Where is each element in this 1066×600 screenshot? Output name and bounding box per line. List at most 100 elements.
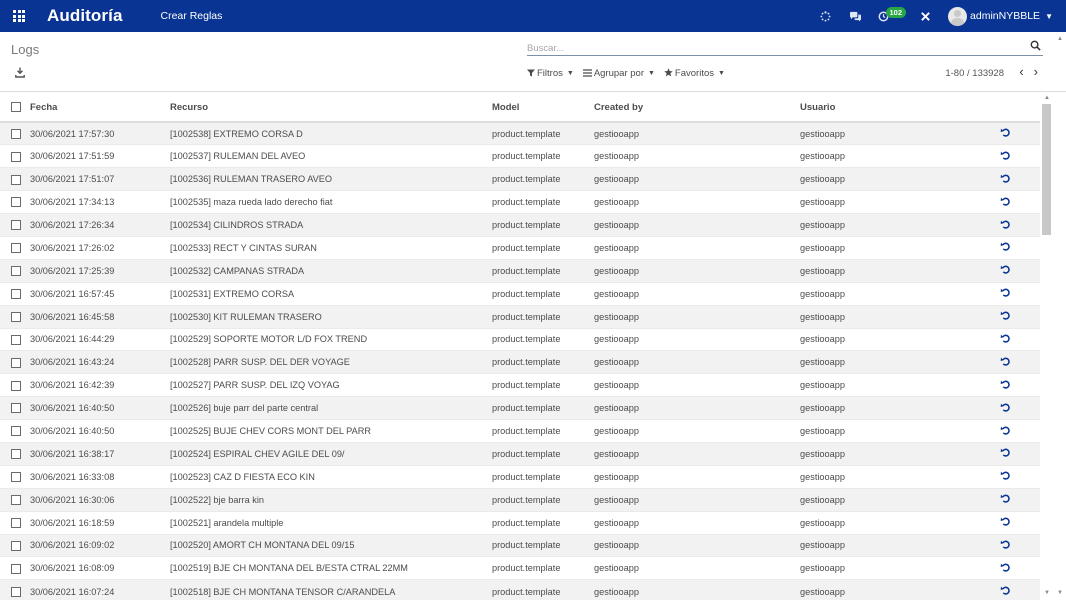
- row-checkbox[interactable]: [11, 494, 21, 505]
- revert-icon[interactable]: [1000, 516, 1011, 527]
- row-checkbox[interactable]: [11, 563, 21, 574]
- cell-recurso: [1002536] RULEMAN TRASERO AVEO: [170, 167, 492, 191]
- table-row[interactable]: 30/06/2021 16:42:39 [1002527] PARR SUSP. …: [0, 373, 1040, 397]
- row-checkbox[interactable]: [11, 426, 21, 437]
- row-select-cell: [0, 487, 30, 512]
- group-by-button[interactable]: Agrupar por ▼: [582, 68, 655, 79]
- revert-icon[interactable]: [1000, 219, 1011, 230]
- table-row[interactable]: 30/06/2021 16:18:59 [1002521] arandela mu…: [0, 510, 1040, 535]
- chat-icon[interactable]: [849, 11, 862, 22]
- scroll-down-icon[interactable]: ▼: [1044, 590, 1050, 596]
- row-checkbox[interactable]: [11, 151, 21, 162]
- cell-created-by: gestiooapp: [594, 167, 800, 191]
- pager-value[interactable]: 1-80 / 133928: [945, 68, 1004, 79]
- revert-icon[interactable]: [1000, 402, 1011, 413]
- revert-icon[interactable]: [1000, 447, 1011, 458]
- row-checkbox[interactable]: [11, 449, 21, 460]
- revert-icon[interactable]: [1000, 539, 1011, 550]
- column-header-usuario[interactable]: Usuario: [800, 93, 1000, 123]
- activity-spinner-icon[interactable]: [819, 10, 831, 22]
- row-checkbox[interactable]: [11, 334, 21, 345]
- table-row[interactable]: 30/06/2021 17:51:59 [1002537] RULEMAN DEL…: [0, 144, 1040, 168]
- page-scroll-up-icon[interactable]: ▲: [1057, 36, 1063, 42]
- user-menu-name[interactable]: adminNYBBLE: [970, 10, 1040, 22]
- row-checkbox[interactable]: [11, 403, 21, 414]
- table-row[interactable]: 30/06/2021 17:34:13 [1002535] maza rueda …: [0, 190, 1040, 214]
- table-row[interactable]: 30/06/2021 16:38:17 [1002524] ESPIRAL CHE…: [0, 441, 1040, 466]
- chevron-left-icon[interactable]: ‹: [1019, 65, 1023, 78]
- table-row[interactable]: 30/06/2021 17:25:39 [1002532] CAMPANAS ST…: [0, 258, 1040, 283]
- filters-button[interactable]: Filtros ▼: [527, 68, 574, 79]
- row-checkbox[interactable]: [11, 586, 21, 597]
- scrollbar-thumb[interactable]: [1042, 104, 1051, 235]
- row-checkbox[interactable]: [11, 517, 21, 528]
- select-all-checkbox[interactable]: [11, 101, 21, 112]
- favorites-button[interactable]: Favoritos ▼: [664, 68, 725, 79]
- row-checkbox[interactable]: [11, 128, 21, 139]
- debug-tools-icon[interactable]: [920, 11, 931, 22]
- search-icon[interactable]: [1030, 40, 1041, 51]
- revert-icon[interactable]: [1000, 173, 1011, 184]
- table-row[interactable]: 30/06/2021 16:44:29 [1002529] SOPORTE MOT…: [0, 327, 1040, 351]
- page-scroll-down-icon[interactable]: ▼: [1057, 590, 1063, 596]
- app-title[interactable]: Auditoría: [47, 6, 123, 26]
- revert-icon[interactable]: [1000, 127, 1011, 138]
- table-row[interactable]: 30/06/2021 17:51:07 [1002536] RULEMAN TRA…: [0, 167, 1040, 191]
- row-checkbox[interactable]: [11, 540, 21, 551]
- row-checkbox[interactable]: [11, 380, 21, 391]
- table-row[interactable]: 30/06/2021 16:08:09 [1002519] BJE CH MONT…: [0, 556, 1040, 580]
- table-row[interactable]: 30/06/2021 16:09:02 [1002520] AMORT CH MO…: [0, 533, 1040, 557]
- revert-icon[interactable]: [1000, 493, 1011, 504]
- table-row[interactable]: 30/06/2021 17:57:30 [1002538] EXTREMO COR…: [0, 121, 1040, 145]
- revert-icon[interactable]: [1000, 356, 1011, 367]
- column-header-recurso[interactable]: Recurso: [170, 93, 492, 123]
- table-row[interactable]: 30/06/2021 16:40:50 [1002525] BUJE CHEV C…: [0, 419, 1040, 443]
- table-row[interactable]: 30/06/2021 17:26:02 [1002533] RECT Y CINT…: [0, 235, 1040, 260]
- cell-usuario: gestiooapp: [800, 464, 1000, 489]
- table-row[interactable]: 30/06/2021 16:45:58 [1002530] KIT RULEMAN…: [0, 304, 1040, 329]
- revert-icon[interactable]: [1000, 241, 1011, 252]
- menu-item-crear-reglas[interactable]: Crear Reglas: [161, 10, 223, 22]
- column-header-created-by[interactable]: Created by: [594, 93, 800, 123]
- column-header-model[interactable]: Model: [492, 93, 594, 123]
- table-row[interactable]: 30/06/2021 16:40:50 [1002526] buje parr d…: [0, 396, 1040, 420]
- scroll-up-icon[interactable]: ▲: [1044, 95, 1050, 101]
- table-row[interactable]: 30/06/2021 16:30:06 [1002522] bje barra k…: [0, 487, 1040, 512]
- revert-icon[interactable]: [1000, 196, 1011, 207]
- revert-icon[interactable]: [1000, 425, 1011, 436]
- table-row[interactable]: 30/06/2021 17:26:34 [1002534] CILINDROS S…: [0, 213, 1040, 237]
- table-header-row: Fecha Recurso Model Created by Usuario: [0, 93, 1040, 123]
- download-icon[interactable]: [15, 67, 25, 78]
- table-row[interactable]: 30/06/2021 16:57:45 [1002531] EXTREMO COR…: [0, 281, 1040, 306]
- revert-icon[interactable]: [1000, 470, 1011, 481]
- revert-icon[interactable]: [1000, 562, 1011, 573]
- user-avatar[interactable]: [948, 6, 968, 26]
- revert-icon[interactable]: [1000, 150, 1011, 161]
- chevron-down-icon[interactable]: ▼: [1045, 12, 1053, 21]
- revert-icon[interactable]: [1000, 287, 1011, 298]
- row-select-cell: [0, 510, 30, 535]
- column-header-fecha[interactable]: Fecha: [30, 93, 170, 123]
- table-row[interactable]: 30/06/2021 16:43:24 [1002528] PARR SUSP. …: [0, 350, 1040, 374]
- row-checkbox[interactable]: [11, 220, 21, 231]
- revert-icon[interactable]: [1000, 264, 1011, 275]
- row-checkbox[interactable]: [11, 311, 21, 322]
- cell-actions: [1000, 579, 1040, 600]
- row-checkbox[interactable]: [11, 243, 21, 254]
- table-row[interactable]: 30/06/2021 16:07:24 [1002518] BJE CH MONT…: [0, 579, 1040, 600]
- apps-menu-icon[interactable]: [13, 10, 25, 22]
- table-row[interactable]: 30/06/2021 16:33:08 [1002523] CAZ D FIEST…: [0, 464, 1040, 489]
- search-input[interactable]: [527, 40, 1017, 57]
- row-checkbox[interactable]: [11, 357, 21, 368]
- chevron-right-icon[interactable]: ›: [1034, 65, 1038, 78]
- row-checkbox[interactable]: [11, 266, 21, 277]
- revert-icon[interactable]: [1000, 379, 1011, 390]
- row-checkbox[interactable]: [11, 197, 21, 208]
- revert-icon[interactable]: [1000, 585, 1011, 596]
- activity-clock-icon[interactable]: 102: [878, 6, 907, 22]
- row-checkbox[interactable]: [11, 288, 21, 299]
- row-checkbox[interactable]: [11, 174, 21, 185]
- revert-icon[interactable]: [1000, 333, 1011, 344]
- row-checkbox[interactable]: [11, 472, 21, 483]
- revert-icon[interactable]: [1000, 310, 1011, 321]
